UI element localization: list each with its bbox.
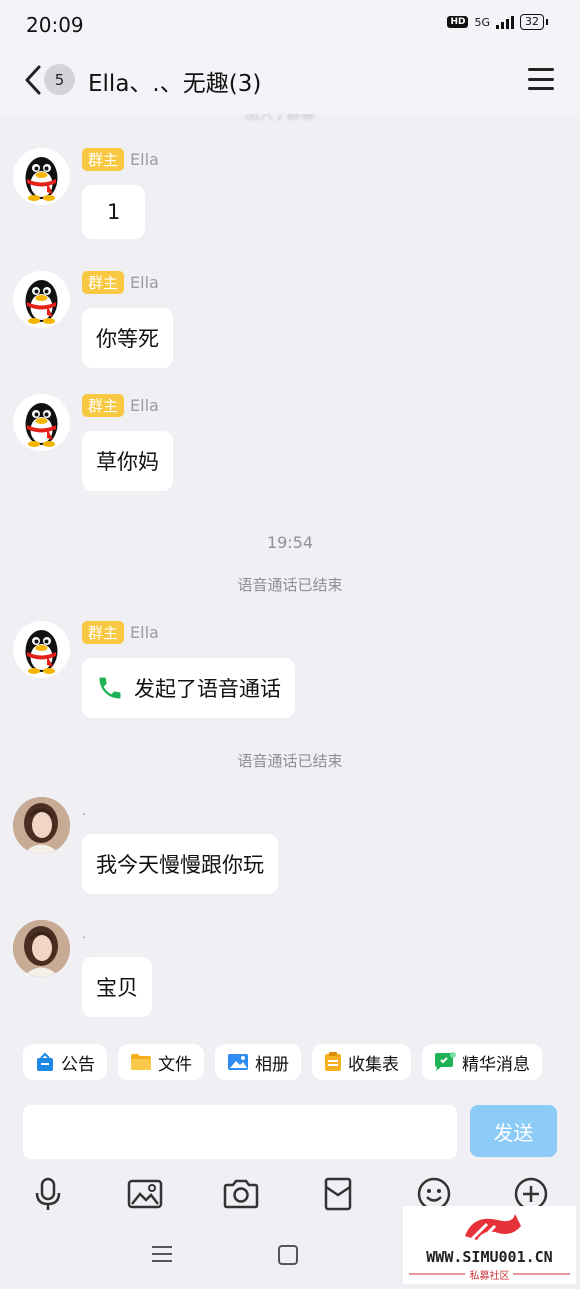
message-bubble[interactable]: 你等死 xyxy=(82,308,173,368)
unread-count-badge[interactable]: 5 xyxy=(44,64,75,95)
sender-name[interactable]: . xyxy=(82,804,86,818)
notice-chip[interactable]: 公告 xyxy=(23,1044,107,1080)
timestamp: 19:54 xyxy=(266,533,314,552)
essence-message-icon xyxy=(435,1052,456,1071)
red-packet-icon xyxy=(324,1177,352,1211)
avatar[interactable] xyxy=(13,920,70,977)
message-bubble[interactable]: 宝贝 xyxy=(82,957,152,1017)
battery-icon: 32 xyxy=(520,14,548,30)
voice-call-bubble[interactable]: 发起了语音通话 xyxy=(82,658,295,718)
watermark-site: WWW.SIMU001.CN xyxy=(426,1248,553,1266)
album-icon xyxy=(228,1054,248,1070)
sender-name[interactable]: Ella xyxy=(130,623,159,642)
message-text: 宝贝 xyxy=(96,976,138,1000)
message-input[interactable] xyxy=(23,1105,457,1159)
signal-icon xyxy=(496,15,514,29)
status-bar: 20:09 HD 5G 32 xyxy=(0,0,580,52)
message-text: 草你妈 xyxy=(96,450,159,474)
message-bubble[interactable]: 我今天慢慢跟你玩 xyxy=(82,834,278,894)
notice-label: 公告 xyxy=(61,1054,95,1075)
chat-header: 5 Ella、.、无趣(3) xyxy=(0,52,580,114)
image-icon xyxy=(127,1179,163,1209)
message-text: 你等死 xyxy=(96,327,159,351)
sender-name[interactable]: Ella xyxy=(130,273,159,292)
clipboard-icon xyxy=(325,1052,341,1071)
message-list[interactable]: 加入了群聊 群主 Ella 1 群主 Ella 你等死 群主 Ella 草你妈 xyxy=(0,114,580,1044)
role-badge: 群主 xyxy=(82,621,125,644)
avatar[interactable] xyxy=(13,621,70,678)
penguin-avatar-icon xyxy=(13,148,70,205)
folder-icon xyxy=(131,1054,151,1070)
camera-icon xyxy=(223,1179,259,1209)
watermark: WWW.SIMU001.CN 私募社区 xyxy=(403,1206,576,1284)
send-button[interactable]: 发送 xyxy=(470,1105,557,1157)
files-chip[interactable]: 文件 xyxy=(118,1044,204,1080)
menu-button[interactable] xyxy=(528,68,554,90)
avatar[interactable] xyxy=(13,394,70,451)
form-label: 收集表 xyxy=(348,1054,399,1075)
user-photo-avatar-icon xyxy=(13,797,70,854)
files-label: 文件 xyxy=(158,1054,192,1075)
role-badge: 群主 xyxy=(82,394,125,417)
chat-title: Ella、.、无趣(3) xyxy=(88,71,262,97)
album-chip[interactable]: 相册 xyxy=(215,1044,301,1080)
role-badge: 群主 xyxy=(82,148,125,171)
role-badge: 群主 xyxy=(82,271,125,294)
penguin-avatar-icon xyxy=(13,394,70,451)
sender-name[interactable]: . xyxy=(82,927,86,941)
album-label: 相册 xyxy=(255,1054,289,1075)
avatar[interactable] xyxy=(13,797,70,854)
watermark-sub: 私募社区 xyxy=(469,1271,510,1282)
essence-label: 精华消息 xyxy=(462,1054,530,1075)
hd-icon: HD xyxy=(447,16,469,28)
essence-chip[interactable]: 精华消息 xyxy=(422,1044,542,1080)
penguin-avatar-icon xyxy=(13,271,70,328)
sender-name[interactable]: Ella xyxy=(130,150,159,169)
phone-icon xyxy=(99,677,121,699)
home-button[interactable] xyxy=(278,1245,298,1265)
sender-row: 群主 Ella xyxy=(82,621,159,644)
camera-button[interactable] xyxy=(221,1174,261,1214)
notice-icon xyxy=(37,1052,53,1071)
microphone-icon xyxy=(35,1177,61,1210)
red-packet-button[interactable] xyxy=(318,1174,358,1214)
message-text: 1 xyxy=(107,200,121,224)
sender-row: 群主 Ella xyxy=(82,148,159,171)
form-chip[interactable]: 收集表 xyxy=(312,1044,411,1080)
status-icons: HD 5G 32 xyxy=(447,14,548,30)
image-button[interactable] xyxy=(125,1174,165,1214)
voice-button[interactable] xyxy=(28,1174,68,1214)
system-message: 语音通话已结束 xyxy=(237,752,343,770)
sender-row: 群主 Ella xyxy=(82,271,159,294)
network-label: 5G xyxy=(474,15,490,29)
sender-name[interactable]: Ella xyxy=(130,396,159,415)
user-photo-avatar-icon xyxy=(13,920,70,977)
group-quick-toolbar: 公告 文件 相册 收集表 精华消息 xyxy=(0,1044,580,1094)
message-bubble[interactable]: 草你妈 xyxy=(82,431,173,491)
message-text: 发起了语音通话 xyxy=(134,677,281,701)
faded-system-text: 加入了群聊 xyxy=(245,114,315,123)
recents-button[interactable] xyxy=(152,1246,172,1262)
sender-row: 群主 Ella xyxy=(82,394,159,417)
clock: 20:09 xyxy=(26,13,84,37)
message-bubble[interactable]: 1 xyxy=(82,185,146,239)
message-text: 我今天慢慢跟你玩 xyxy=(96,853,264,877)
system-message: 语音通话已结束 xyxy=(237,576,343,594)
avatar[interactable] xyxy=(13,148,70,205)
avatar[interactable] xyxy=(13,271,70,328)
chevron-left-icon xyxy=(25,65,41,95)
composer: 发送 xyxy=(0,1100,580,1162)
penguin-avatar-icon xyxy=(13,621,70,678)
